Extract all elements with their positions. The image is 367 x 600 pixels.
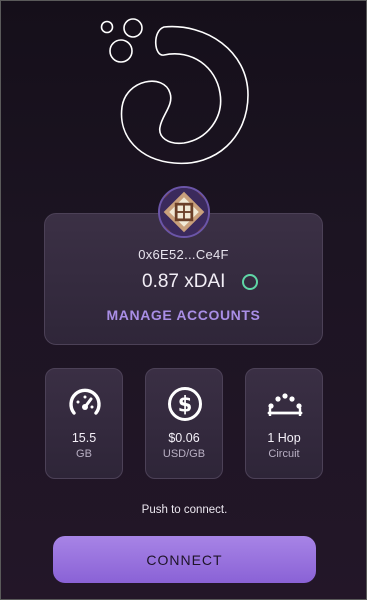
price-card: $ $0.06 USD/GB: [145, 368, 223, 479]
avatar: [158, 186, 210, 238]
price-value: $0.06: [168, 431, 200, 445]
manage-accounts-link[interactable]: MANAGE ACCOUNTS: [44, 307, 323, 323]
connect-button[interactable]: CONNECT: [53, 536, 316, 583]
speedometer-icon: [69, 388, 101, 415]
circuit-icon: [267, 393, 303, 416]
data-usage-unit: GB: [76, 448, 92, 460]
wallet-address: 0x6E52...Ce4F: [138, 247, 229, 262]
data-usage-value: 15.5: [71, 431, 97, 445]
logo-icon: [100, 18, 249, 165]
data-usage-card: 15.5 GB: [45, 368, 123, 479]
wallet-balance: 0.87 xDAI: [142, 271, 226, 292]
circuit-unit: Circuit: [268, 448, 300, 460]
circuit-value: 1 Hop: [267, 431, 301, 445]
svg-text:$: $: [178, 393, 193, 417]
connect-hint: Push to connect.: [141, 504, 228, 516]
circuit-card: 1 Hop Circuit: [245, 368, 323, 479]
identicon-icon: [160, 188, 208, 236]
app-window: 0x6E52...Ce4F 0.87 xDAI MANAGE ACCOUNTS …: [0, 0, 367, 600]
dollar-icon: $: [168, 387, 202, 421]
status-indicator-icon: [242, 274, 258, 290]
price-unit: USD/GB: [162, 448, 206, 460]
